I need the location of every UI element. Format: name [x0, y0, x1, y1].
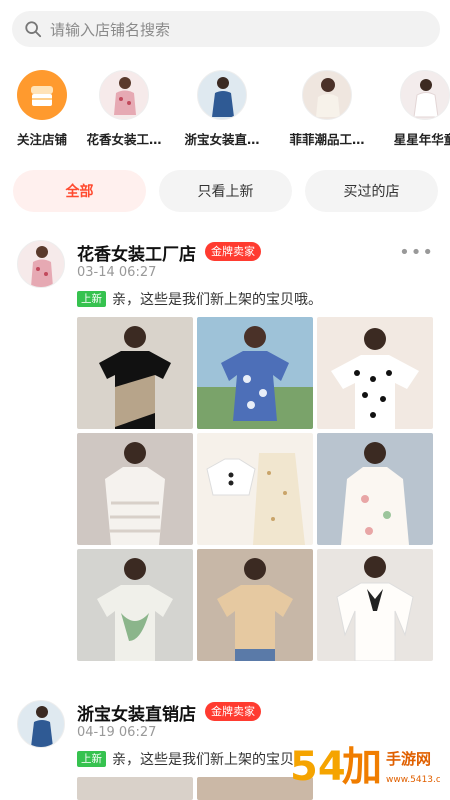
product-image[interactable]	[77, 317, 193, 429]
product-image[interactable]	[77, 777, 193, 800]
svg-text:手游网: 手游网	[386, 750, 431, 768]
product-image[interactable]	[197, 549, 313, 661]
shop-chip-label: 浙宝女装直…	[184, 132, 260, 147]
filter-new-only-button[interactable]: 只看上新	[159, 170, 292, 212]
shop-avatar[interactable]	[17, 240, 65, 288]
shop-chip-huaxiang[interactable]: 花香女装工…	[74, 70, 174, 148]
svg-text:54: 54	[290, 744, 346, 790]
shop-name[interactable]: 花香女装工厂店	[77, 240, 196, 265]
post-date: 04-19 06:27	[77, 725, 157, 740]
product-image[interactable]	[197, 433, 313, 545]
product-image[interactable]	[317, 433, 433, 545]
product-image[interactable]	[197, 317, 313, 429]
followed-shops-row: 关注店铺 花香女装工… 浙宝女装直… 菲菲潮品工… 星星年华童	[0, 70, 450, 150]
shop-chip-zhebao[interactable]: 浙宝女装直…	[172, 70, 272, 148]
post-date: 03-14 06:27	[77, 265, 157, 280]
filter-tabs: 全部 只看上新 买过的店	[0, 170, 450, 212]
product-image[interactable]	[77, 549, 193, 661]
search-bar[interactable]: 请输入店铺名搜索	[12, 11, 440, 47]
shop-avatar[interactable]	[17, 700, 65, 748]
filter-all-button[interactable]: 全部	[13, 170, 146, 212]
search-placeholder: 请输入店铺名搜索	[50, 20, 171, 39]
shop-chip-label: 花香女装工…	[86, 132, 162, 147]
shop-chip-label: 星星年华童	[393, 132, 450, 147]
new-arrival-tag: 上新	[77, 291, 106, 307]
product-image[interactable]	[77, 433, 193, 545]
shop-name[interactable]: 浙宝女装直销店	[77, 700, 196, 725]
product-image[interactable]	[317, 549, 433, 661]
shop-chip-feifei[interactable]: 菲菲潮品工…	[277, 70, 377, 148]
post-message: 亲，这些是我们新上架的宝贝	[112, 752, 294, 768]
search-icon	[25, 21, 42, 38]
new-arrival-tag: 上新	[77, 751, 106, 767]
store-icon	[17, 70, 67, 120]
shop-avatar	[302, 70, 352, 120]
product-image[interactable]	[317, 317, 433, 429]
shop-avatar	[400, 70, 450, 120]
shop-chip-xingxing[interactable]: 星星年华童	[375, 70, 450, 148]
gold-seller-badge: 金牌卖家	[205, 702, 261, 721]
more-icon[interactable]: •••	[399, 242, 434, 263]
shop-chip-label: 关注店铺	[16, 132, 67, 147]
site-watermark-logo: 54 加 手游网 www.5413.cn	[290, 738, 447, 796]
shop-chip-label: 菲菲潮品工…	[289, 132, 365, 147]
post-message: 亲，这些是我们新上架的宝贝哦。	[112, 292, 322, 308]
filter-purchased-button[interactable]: 买过的店	[305, 170, 438, 212]
shop-avatar	[99, 70, 149, 120]
svg-text:www.5413.cn: www.5413.cn	[386, 775, 440, 785]
svg-text:加: 加	[342, 744, 382, 790]
gold-seller-badge: 金牌卖家	[205, 242, 261, 261]
shop-avatar	[197, 70, 247, 120]
